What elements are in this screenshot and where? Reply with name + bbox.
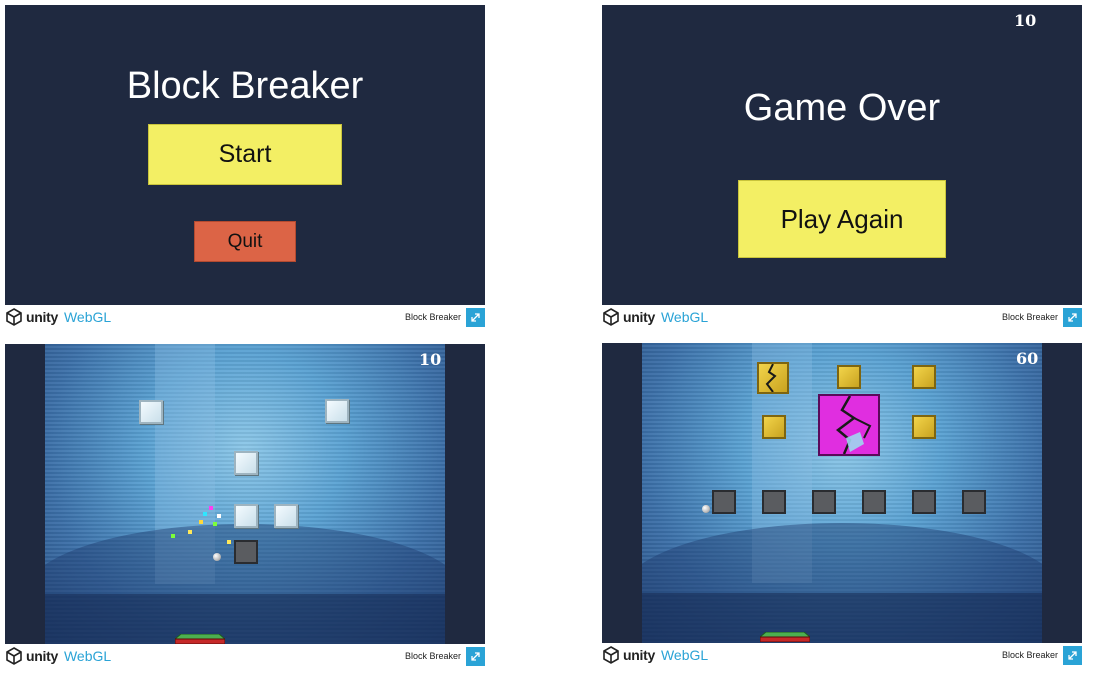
cracked-block-large — [818, 394, 880, 456]
background-ground — [45, 594, 445, 644]
webgl-wordmark: WebGL — [660, 647, 709, 663]
score-display: 10 — [419, 350, 442, 369]
webgl-wordmark: WebGL — [660, 309, 709, 325]
start-button[interactable]: Start — [148, 124, 342, 185]
unity-logo: unity WebGL — [5, 308, 111, 326]
unity-wordmark: unity — [26, 648, 58, 664]
webgl-wordmark: WebGL — [63, 648, 112, 664]
footer-game-title: Block Breaker — [1001, 312, 1058, 322]
unity-cube-icon — [603, 308, 619, 326]
fullscreen-button[interactable] — [1063, 308, 1082, 327]
crack-icon — [765, 363, 777, 393]
unity-wordmark: unity — [623, 647, 655, 663]
play-again-button[interactable]: Play Again — [738, 180, 946, 258]
footer-game-title: Block Breaker — [404, 312, 461, 322]
hit-particle — [199, 520, 203, 524]
webgl-footer: unity WebGL Block Breaker — [602, 305, 1082, 329]
ball — [702, 505, 710, 513]
unity-logo: unity WebGL — [602, 646, 708, 664]
cracked-block — [757, 362, 789, 394]
fullscreen-icon — [471, 652, 480, 661]
unity-wordmark: unity — [623, 309, 655, 325]
game-canvas[interactable]: 10 Game Over Play Again — [602, 5, 1082, 305]
breakable-block — [234, 504, 258, 528]
breakable-block — [912, 415, 936, 439]
unity-cube-icon — [6, 647, 22, 665]
hit-particle — [203, 512, 207, 516]
breakable-block — [139, 400, 163, 424]
game-over-title: Game Over — [743, 87, 941, 129]
webgl-footer: unity WebGL Block Breaker — [5, 305, 485, 329]
breakable-block — [837, 365, 861, 389]
score-display: 60 — [1016, 349, 1039, 368]
footer-game-title: Block Breaker — [1001, 650, 1058, 660]
fullscreen-button[interactable] — [466, 308, 485, 327]
hit-particle — [188, 530, 192, 534]
background-ground — [642, 593, 1042, 643]
unity-wordmark: unity — [26, 309, 58, 325]
fullscreen-button[interactable] — [466, 647, 485, 666]
unbreakable-block — [862, 490, 886, 514]
unity-cube-icon — [603, 646, 619, 664]
crack-icon — [835, 395, 872, 455]
level-background — [45, 344, 445, 644]
fullscreen-icon — [1068, 313, 1077, 322]
unity-logo: unity WebGL — [602, 308, 708, 326]
hit-particle — [213, 522, 217, 526]
fullscreen-icon — [1068, 651, 1077, 660]
paddle[interactable] — [760, 632, 810, 642]
breakable-block — [274, 504, 298, 528]
unbreakable-block — [912, 490, 936, 514]
webgl-footer: unity WebGL Block Breaker — [5, 644, 485, 668]
webgl-wordmark: WebGL — [63, 309, 112, 325]
hit-particle — [171, 534, 175, 538]
hit-particle — [209, 506, 213, 510]
footer-game-title: Block Breaker — [404, 651, 461, 661]
unbreakable-block — [762, 490, 786, 514]
unbreakable-block — [962, 490, 986, 514]
paddle[interactable] — [175, 634, 225, 644]
unbreakable-block — [812, 490, 836, 514]
ball — [213, 553, 221, 561]
breakable-block — [234, 451, 258, 475]
game-canvas[interactable]: 60 — [602, 343, 1082, 643]
hit-particle — [217, 514, 221, 518]
fullscreen-button[interactable] — [1063, 646, 1082, 665]
score-display: 10 — [1014, 11, 1037, 30]
webgl-footer: unity WebGL Block Breaker — [602, 643, 1082, 667]
hit-particle — [227, 540, 231, 544]
unbreakable-block — [712, 490, 736, 514]
breakable-block — [762, 415, 786, 439]
fullscreen-icon — [471, 313, 480, 322]
unity-logo: unity WebGL — [5, 647, 111, 665]
quit-button[interactable]: Quit — [194, 221, 296, 262]
unbreakable-block — [234, 540, 258, 564]
game-canvas[interactable]: 10 — [5, 344, 485, 644]
unity-cube-icon — [6, 308, 22, 326]
breakable-block — [912, 365, 936, 389]
breakable-block — [325, 399, 349, 423]
game-canvas[interactable]: Block Breaker Start Quit — [5, 5, 485, 305]
game-title: Block Breaker — [126, 65, 364, 107]
